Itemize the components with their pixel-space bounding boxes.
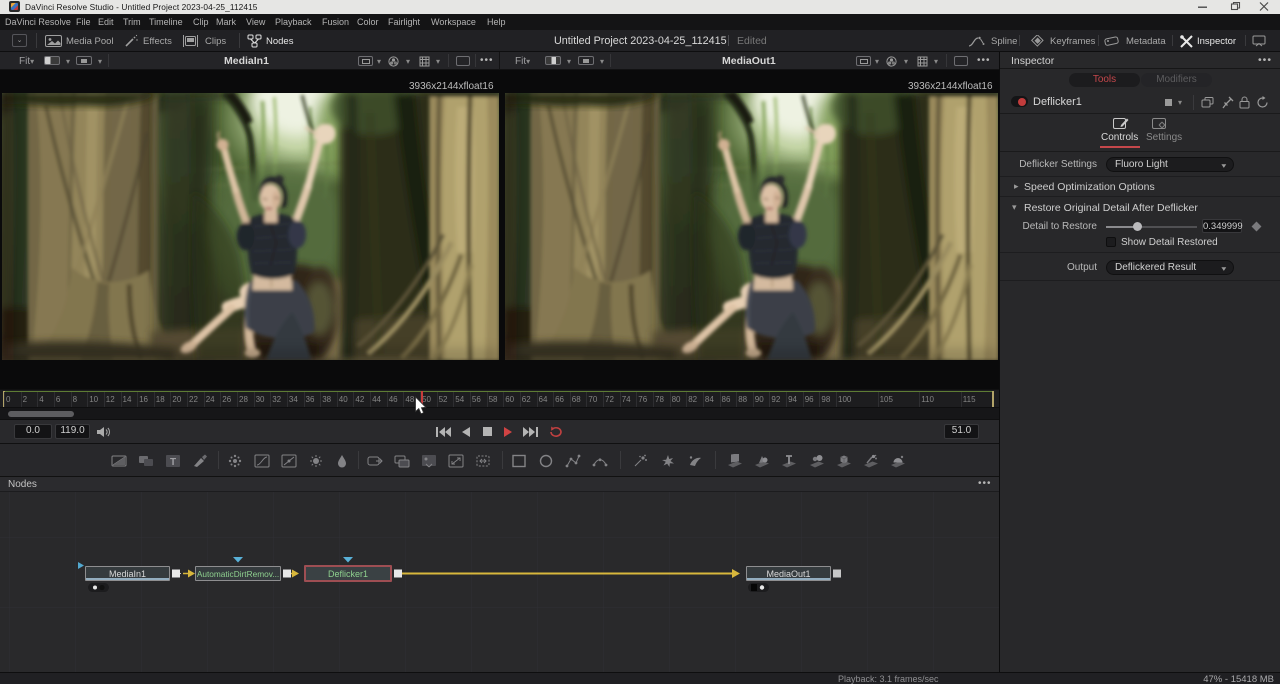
svg-text:T: T bbox=[170, 457, 176, 468]
